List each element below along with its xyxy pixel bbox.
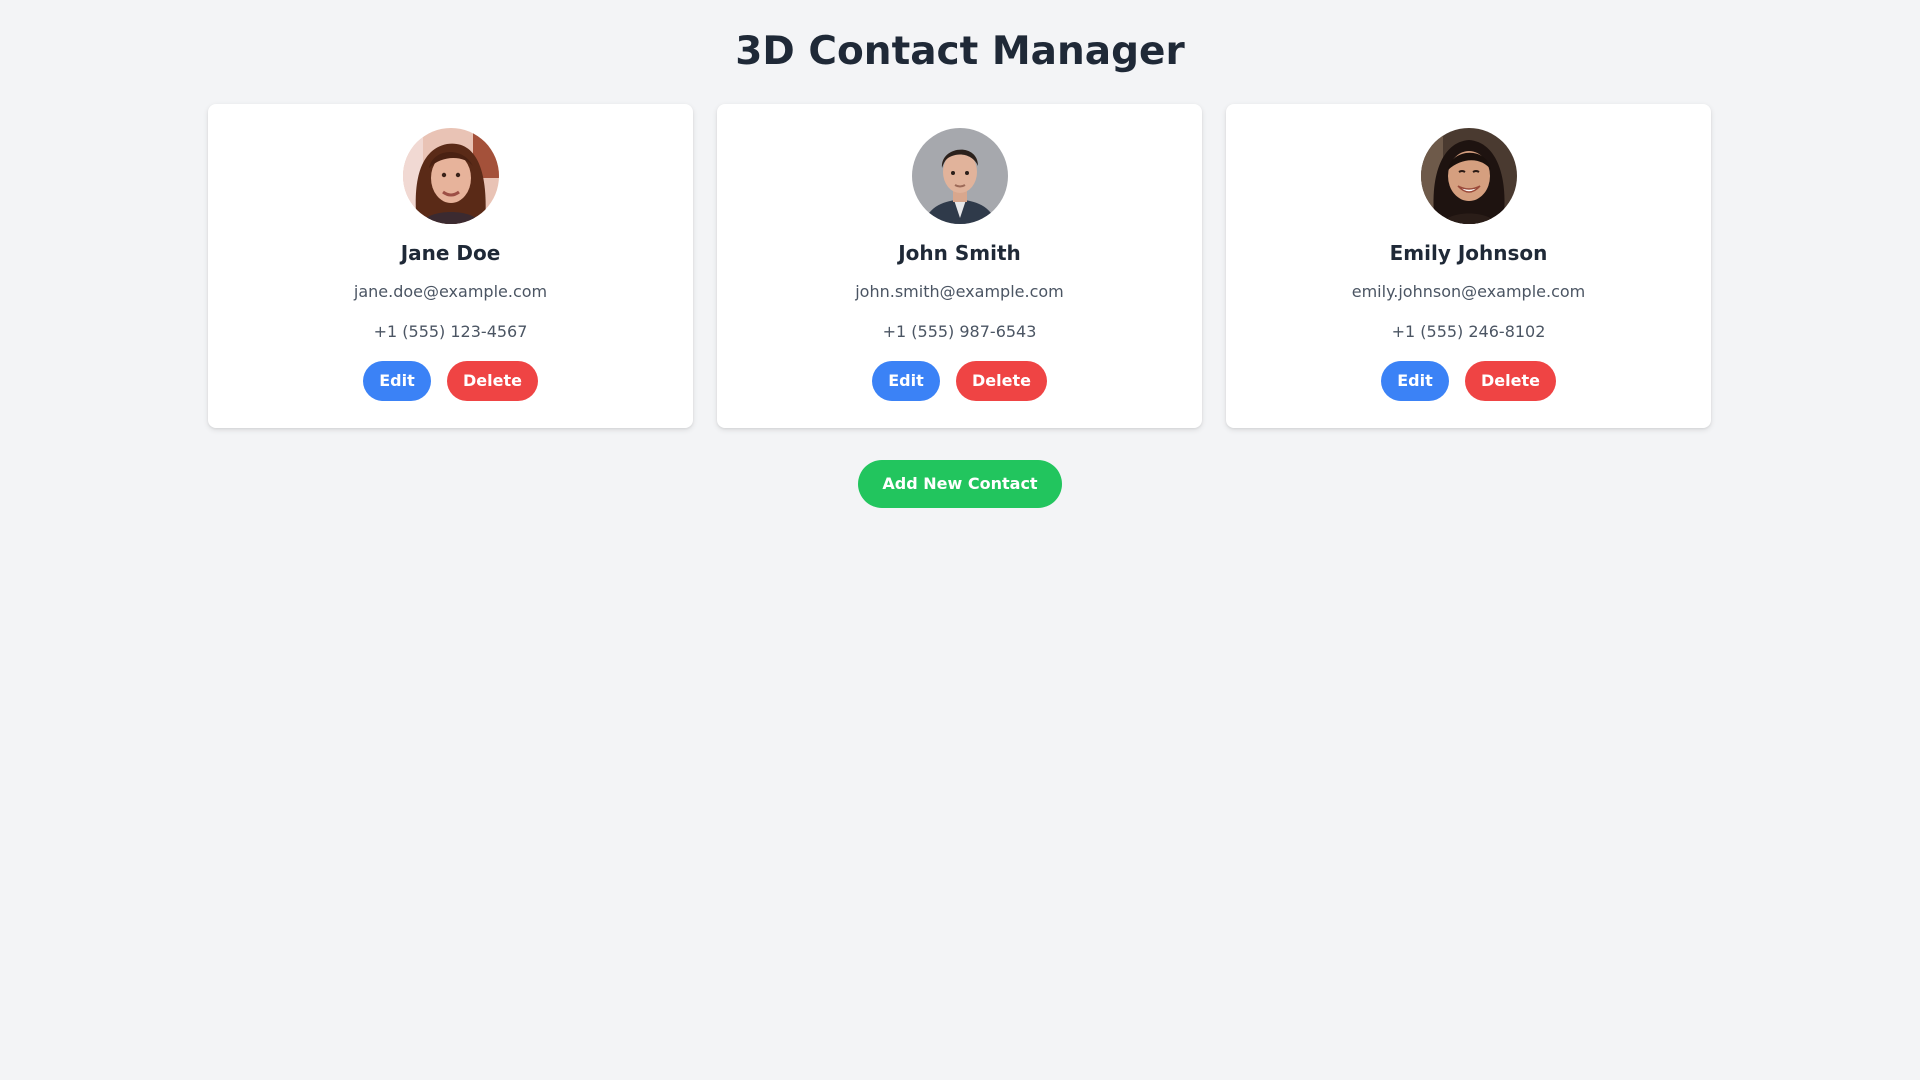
contact-phone: +1 (555) 123-4567 xyxy=(373,322,528,341)
contact-email: john.smith@example.com xyxy=(855,282,1064,301)
edit-button[interactable]: Edit xyxy=(363,361,431,401)
page-title: 3D Contact Manager xyxy=(735,29,1185,74)
contact-phone: +1 (555) 987-6543 xyxy=(882,322,1037,341)
avatar xyxy=(402,128,499,224)
contact-email: emily.johnson@example.com xyxy=(1351,282,1586,301)
contact-phone: +1 (555) 246-8102 xyxy=(1391,322,1546,341)
delete-button[interactable]: Delete xyxy=(447,361,538,401)
card-actions: Edit Delete xyxy=(872,361,1047,401)
delete-button[interactable]: Delete xyxy=(1465,361,1556,401)
card-actions: Edit Delete xyxy=(363,361,538,401)
edit-button[interactable]: Edit xyxy=(872,361,940,401)
edit-button[interactable]: Edit xyxy=(1381,361,1449,401)
contact-card-list: Jane Doe jane.doe@example.com +1 (555) 1… xyxy=(208,104,1712,428)
contact-card: Jane Doe jane.doe@example.com +1 (555) 1… xyxy=(208,104,693,428)
contact-card: John Smith john.smith@example.com +1 (55… xyxy=(717,104,1202,428)
contact-card: Emily Johnson emily.johnson@example.com … xyxy=(1226,104,1711,428)
contact-name: John Smith xyxy=(898,241,1021,265)
contact-name: Jane Doe xyxy=(400,241,501,265)
avatar xyxy=(911,128,1008,224)
contact-manager-page: 3D Contact Manager Jane Doe jane.doe@exa… xyxy=(0,0,1920,1080)
avatar xyxy=(1420,128,1517,224)
card-actions: Edit Delete xyxy=(1381,361,1556,401)
contact-name: Emily Johnson xyxy=(1389,241,1548,265)
contact-email: jane.doe@example.com xyxy=(353,282,548,301)
add-contact-button[interactable]: Add New Contact xyxy=(858,460,1062,508)
delete-button[interactable]: Delete xyxy=(956,361,1047,401)
